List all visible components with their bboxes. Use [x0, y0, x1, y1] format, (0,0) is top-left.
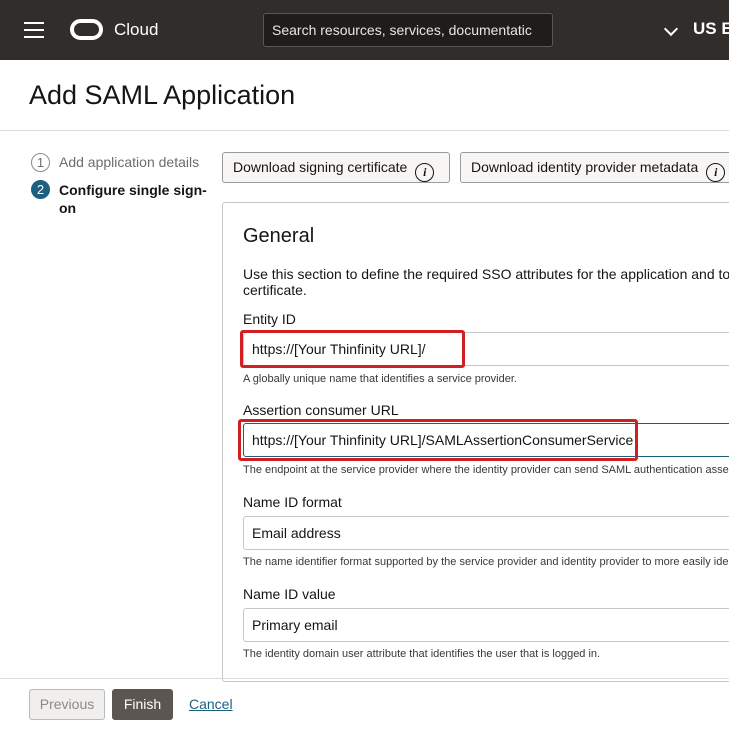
page-title: Add SAML Application: [29, 80, 296, 110]
finish-button[interactable]: Finish: [112, 689, 173, 720]
section-description: Use this section to define the required …: [243, 266, 729, 298]
region-selector[interactable]: US Ea: [693, 19, 729, 39]
top-nav-bar: Cloud Search resources, services, docume…: [0, 0, 729, 60]
name-id-format-help: The name identifier format supported by …: [243, 556, 729, 568]
oracle-logo-icon[interactable]: [70, 19, 103, 40]
cancel-link[interactable]: Cancel: [189, 696, 233, 712]
divider: [0, 130, 729, 131]
download-idp-metadata-button[interactable]: Download identity provider metadata i: [460, 152, 729, 183]
button-label: Download identity provider metadata: [471, 159, 699, 175]
assertion-consumer-url-help: The endpoint at the service provider whe…: [243, 464, 729, 476]
entity-id-label: Entity ID: [243, 311, 296, 327]
step-number: 1: [31, 153, 50, 172]
brand-name[interactable]: Cloud: [114, 20, 158, 40]
chevron-down-icon[interactable]: [663, 21, 679, 37]
name-id-value-select[interactable]: Primary email: [243, 608, 729, 642]
highlight-box: [238, 419, 638, 461]
search-input[interactable]: Search resources, services, documentatic: [263, 13, 553, 47]
assertion-consumer-url-label: Assertion consumer URL: [243, 402, 399, 418]
footer-divider: [0, 678, 729, 679]
general-panel: General Use this section to define the r…: [222, 202, 729, 682]
name-id-value-help: The identity domain user attribute that …: [243, 648, 601, 660]
name-id-format-label: Name ID format: [243, 494, 342, 510]
download-signing-certificate-button[interactable]: Download signing certificate i: [222, 152, 450, 183]
button-label: Download signing certificate: [233, 159, 408, 175]
entity-id-help: A globally unique name that identifies a…: [243, 373, 517, 385]
step-label: Configure single sign-on: [59, 182, 207, 216]
step-label: Add application details: [59, 154, 200, 170]
previous-button[interactable]: Previous: [29, 689, 105, 720]
step-number: 2: [31, 180, 50, 199]
name-id-value-label: Name ID value: [243, 586, 336, 602]
highlight-box: [240, 330, 465, 368]
info-icon[interactable]: i: [706, 163, 726, 182]
menu-icon[interactable]: [24, 22, 44, 38]
name-id-format-select[interactable]: Email address: [243, 516, 729, 550]
info-icon[interactable]: i: [415, 163, 435, 182]
section-title: General: [243, 225, 315, 247]
